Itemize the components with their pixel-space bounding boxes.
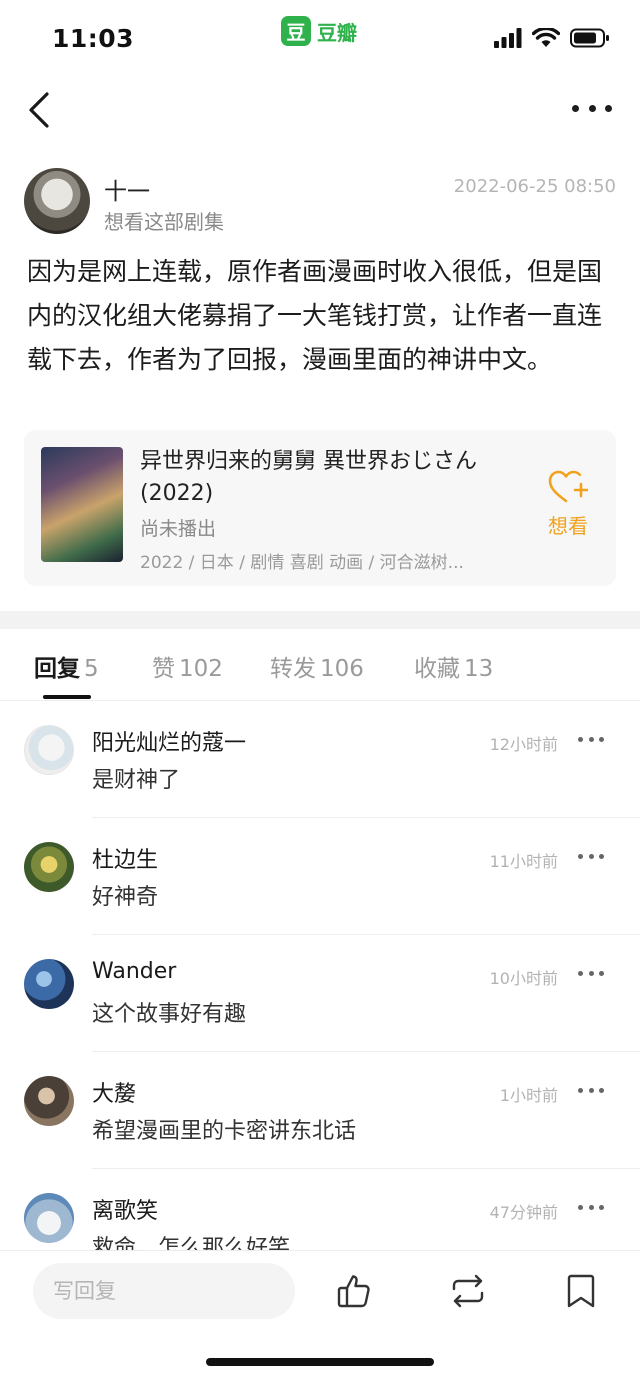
douban-logo-icon: 豆 xyxy=(281,16,311,46)
reply-author-name[interactable]: Wander xyxy=(92,959,176,984)
wifi-icon xyxy=(532,28,560,47)
reply-time: 47分钟前 xyxy=(489,1203,558,1222)
author-avatar[interactable] xyxy=(24,168,90,234)
subject-cover-image xyxy=(41,447,123,562)
reply-text: 这个故事好有趣 xyxy=(92,1002,247,1027)
subject-card[interactable]: 异世界归来的舅舅 異世界おじさん (2022) 尚未播出 2022 / 日本 /… xyxy=(24,430,616,586)
status-time: 11:03 xyxy=(52,24,135,53)
status-icons xyxy=(494,28,610,48)
bookmark-icon xyxy=(567,1274,595,1308)
reply-time: 1小时前 xyxy=(499,1086,558,1105)
bookmark-button[interactable] xyxy=(561,1271,601,1311)
back-button[interactable] xyxy=(22,88,56,132)
post-author-header: 十一 想看这部剧集 2022-06-25 08:50 xyxy=(24,168,616,238)
reply-more-button[interactable] xyxy=(578,1088,604,1096)
wish-button[interactable]: 想看 xyxy=(538,470,598,550)
reply-more-button[interactable] xyxy=(578,737,604,745)
reply-item[interactable]: 杜边生 好神奇 11小时前 xyxy=(0,818,640,935)
battery-icon xyxy=(570,28,609,48)
reply-author-name[interactable]: 阳光灿烂的蔻一 xyxy=(92,725,246,757)
reply-more-button[interactable] xyxy=(578,1205,604,1213)
tab-label: 收藏 xyxy=(414,656,460,682)
tab-count: 5 xyxy=(84,656,99,682)
home-indicator xyxy=(206,1358,434,1366)
post-content: 因为是网上连载，原作者画漫画时收入很低，但是国内的汉化组大佬募捐了一大笔钱打赏，… xyxy=(27,257,603,374)
tab-count: 13 xyxy=(464,656,494,682)
author-name[interactable]: 十一 xyxy=(104,172,150,206)
author-subtitle: 想看这部剧集 xyxy=(104,210,224,234)
reply-more-button[interactable] xyxy=(578,854,604,862)
reply-item[interactable]: 大嫠 希望漫画里的卡密讲东北话 1小时前 xyxy=(0,1052,640,1169)
reply-text: 希望漫画里的卡密讲东北话 xyxy=(92,1119,357,1144)
app-badge: 豆 豆瓣 xyxy=(281,16,357,46)
interaction-tabs: 回复 5 赞 102 转发 106 收藏 13 xyxy=(0,629,640,701)
reply-author-name[interactable]: 大嫠 xyxy=(92,1076,136,1108)
reply-time: 12小时前 xyxy=(489,735,558,754)
reply-avatar[interactable] xyxy=(24,725,74,775)
tab-likes[interactable]: 赞 102 xyxy=(152,649,223,683)
more-dot-icon xyxy=(572,104,579,112)
tab-count: 102 xyxy=(179,656,223,682)
heart-plus-icon xyxy=(548,470,588,503)
section-separator xyxy=(0,611,640,629)
reply-text: 是财神了 xyxy=(92,768,181,793)
reply-more-button[interactable] xyxy=(578,971,604,979)
reply-avatar[interactable] xyxy=(24,1193,74,1243)
tab-label: 转发 xyxy=(270,656,316,682)
reply-avatar[interactable] xyxy=(24,959,74,1009)
repost-button[interactable] xyxy=(448,1271,488,1311)
subject-status: 尚未播出 xyxy=(140,518,217,540)
more-dot-icon xyxy=(605,104,612,112)
reply-author-name[interactable]: 杜边生 xyxy=(92,842,158,874)
subject-meta: 2022 / 日本 / 剧情 喜剧 动画 / 河合滋树... xyxy=(140,553,464,573)
reply-avatar[interactable] xyxy=(24,842,74,892)
reply-author-name[interactable]: 离歌笑 xyxy=(92,1193,158,1225)
tab-collections[interactable]: 收藏 13 xyxy=(414,649,493,683)
app-name: 豆瓣 xyxy=(317,20,357,45)
status-bar: 11:03 豆 豆瓣 xyxy=(0,0,640,80)
reply-text: 好神奇 xyxy=(92,885,159,910)
reply-time: 10小时前 xyxy=(489,969,558,988)
more-options-button[interactable] xyxy=(572,96,612,120)
chevron-left-icon xyxy=(29,92,49,128)
reply-time: 11小时前 xyxy=(489,852,558,871)
tab-replies[interactable]: 回复 5 xyxy=(34,649,99,683)
repost-icon xyxy=(452,1274,484,1308)
wish-label: 想看 xyxy=(548,514,588,538)
nav-bar xyxy=(0,80,640,140)
reply-avatar[interactable] xyxy=(24,1076,74,1126)
signal-icon xyxy=(494,28,522,48)
like-button[interactable] xyxy=(334,1271,374,1311)
more-dot-icon xyxy=(588,104,596,112)
tab-reposts[interactable]: 转发 106 xyxy=(270,649,364,683)
reply-item[interactable]: 阳光灿烂的蔻一 是财神了 12小时前 xyxy=(0,701,640,818)
thumbs-up-icon xyxy=(337,1275,370,1308)
active-tab-indicator xyxy=(43,695,91,699)
reply-input[interactable] xyxy=(33,1263,295,1319)
tab-count: 106 xyxy=(320,656,364,682)
tab-label: 赞 xyxy=(152,656,175,682)
post-timestamp: 2022-06-25 08:50 xyxy=(453,176,616,197)
subject-title: 异世界归来的舅舅 異世界おじさん (2022) xyxy=(140,449,477,506)
reply-item[interactable]: Wander 这个故事好有趣 10小时前 xyxy=(0,935,640,1052)
tab-label: 回复 xyxy=(34,656,80,682)
